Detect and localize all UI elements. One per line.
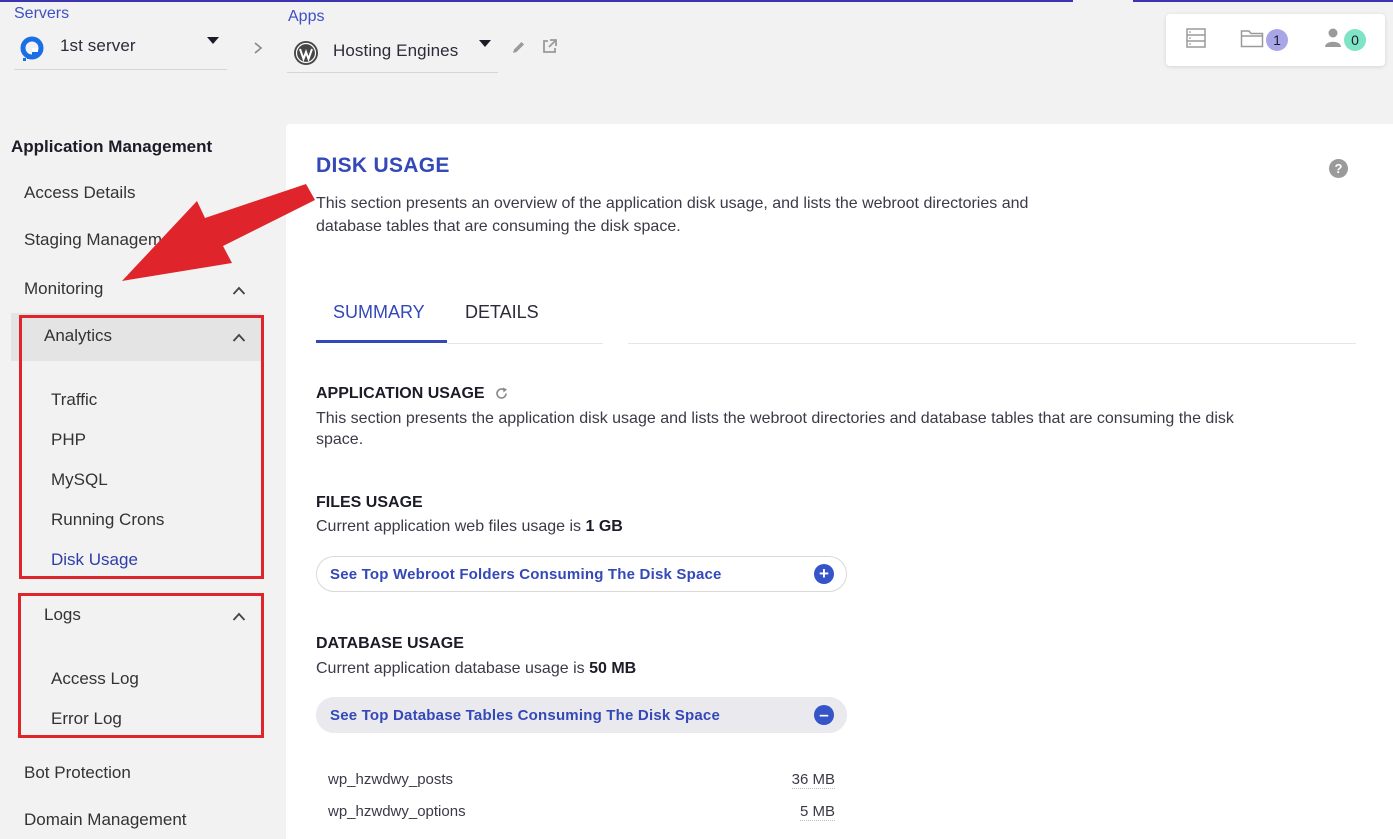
sidebar-item-domain-management[interactable]: Domain Management [24,810,187,830]
toggle-database-tables-label: See Top Database Tables Consuming The Di… [330,706,720,724]
files-usage-text: Current application web files usage is 1… [316,518,623,535]
sidebar-item-access-details[interactable]: Access Details [24,183,135,203]
page-description: This section presents an overview of the… [316,195,1029,235]
table-size: 36 MB [791,771,835,789]
tab-details[interactable]: DETAILS [465,302,539,323]
caret-down-icon [479,40,491,47]
sidebar-item-staging[interactable]: Staging Management [24,230,186,250]
user-icon [1323,27,1343,54]
files-usage-value: 1 GB [585,518,623,535]
server-name: 1st server [60,36,136,55]
edit-pencil-icon[interactable] [511,40,526,55]
wordpress-icon [293,40,319,66]
top-accent-line [0,0,1393,2]
table-name: wp_hzwdwy_options [328,803,466,820]
header-toolbar: 1 0 [1166,14,1385,66]
help-icon[interactable]: ? [1329,159,1348,178]
toggle-webroot-folders-label: See Top Webroot Folders Consuming The Di… [330,565,722,583]
chevron-up-icon[interactable] [232,286,246,295]
sidebar-item-monitoring[interactable]: Monitoring [24,279,103,299]
tab-summary[interactable]: SUMMARY [333,302,425,323]
collapse-minus-icon: – [814,705,834,725]
folder-count-badge: 1 [1266,29,1288,51]
table-name: wp_hzwdwy_posts [328,771,454,788]
caret-down-icon [207,37,219,44]
tabs-divider [628,343,1356,344]
files-usage-heading: FILES USAGE [316,494,423,511]
database-usage-heading: DATABASE USAGE [316,635,464,652]
servers-label: Servers [14,5,70,22]
chevron-right-icon [254,42,263,54]
annotation-highlight-analytics [19,315,264,579]
app-usage-text: This section presents the application di… [316,410,1234,448]
tabs-divider [447,343,603,344]
sidebar-title: Application Management [11,137,213,156]
team-button[interactable]: 0 [1323,14,1366,66]
page-title: DISK USAGE [316,154,450,177]
folder-icon [1240,28,1264,53]
user-count-badge: 0 [1344,29,1366,51]
refresh-icon[interactable] [494,386,509,401]
active-tab-indicator [316,340,447,343]
app-selector[interactable]: Hosting Engines [287,32,498,73]
external-link-icon[interactable] [541,38,558,55]
server-list-button[interactable] [1185,14,1207,66]
app-usage-heading: APPLICATION USAGE [316,385,485,402]
table-size: 5 MB [799,803,835,821]
sidebar-item-bot-protection[interactable]: Bot Protection [24,763,131,783]
toggle-webroot-folders-button[interactable]: See Top Webroot Folders Consuming The Di… [316,556,847,592]
database-usage-value: 50 MB [589,660,637,677]
app-name: Hosting Engines [333,41,459,60]
digitalocean-icon [18,34,46,62]
expand-plus-icon: + [814,564,834,584]
server-list-icon [1185,27,1207,54]
annotation-highlight-logs [18,593,264,738]
apps-label: Apps [288,8,325,25]
server-selector[interactable]: 1st server [14,28,227,70]
toggle-database-tables-button[interactable]: See Top Database Tables Consuming The Di… [316,697,847,733]
projects-button[interactable]: 1 [1240,14,1288,66]
database-usage-text: Current application database usage is 50… [316,660,637,677]
